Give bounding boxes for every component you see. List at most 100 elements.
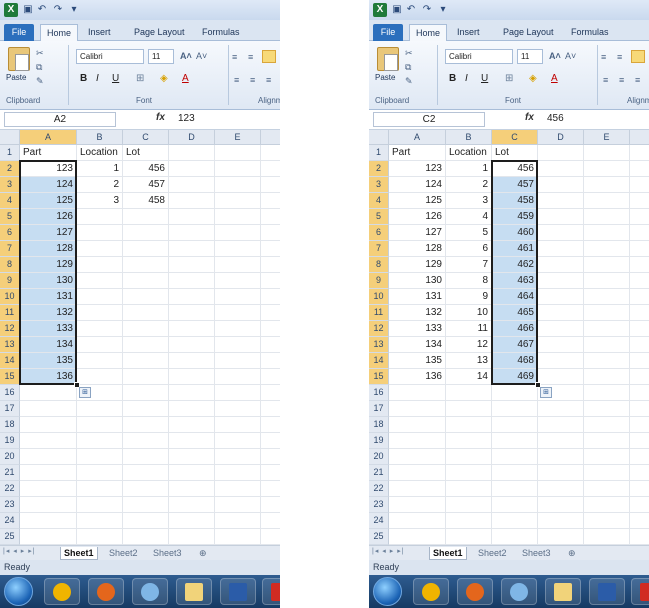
select-all-corner[interactable]: [0, 130, 20, 145]
cell-c13[interactable]: [123, 337, 169, 353]
cell-b11[interactable]: [77, 305, 123, 321]
tab-insert[interactable]: Insert: [82, 24, 117, 41]
align-bottom-icon[interactable]: [262, 50, 276, 63]
cell-f6[interactable]: [261, 225, 280, 241]
cell-e19[interactable]: [215, 433, 261, 449]
cell-f17[interactable]: [630, 401, 649, 417]
cell-a9[interactable]: 130: [20, 273, 77, 289]
row-header-11[interactable]: 11: [369, 305, 389, 321]
column-header-c[interactable]: C: [492, 130, 538, 145]
cell-d5[interactable]: [169, 209, 215, 225]
cell-a11[interactable]: 132: [389, 305, 446, 321]
cell-b6[interactable]: [77, 225, 123, 241]
cell-b3[interactable]: 2: [446, 177, 492, 193]
cell-f2[interactable]: [261, 161, 280, 177]
row-header-18[interactable]: 18: [0, 417, 20, 433]
cell-d12[interactable]: [169, 321, 215, 337]
cell-c3[interactable]: 457: [492, 177, 538, 193]
row-header-21[interactable]: 21: [0, 465, 20, 481]
cell-e13[interactable]: [215, 337, 261, 353]
cell-e20[interactable]: [215, 449, 261, 465]
sheet-nav-arrows-icon[interactable]: |◂ ◂ ▸ ▸|: [372, 547, 405, 555]
cell-e9[interactable]: [584, 273, 630, 289]
align-middle-icon[interactable]: ≡: [617, 51, 622, 63]
cell-c8[interactable]: 462: [492, 257, 538, 273]
cell-c5[interactable]: [123, 209, 169, 225]
cell-c16[interactable]: [492, 385, 538, 401]
cell-e12[interactable]: [584, 321, 630, 337]
tab-formulas[interactable]: Formulas: [565, 24, 615, 41]
copy-icon[interactable]: ⧉: [36, 61, 42, 73]
sheet-tab-sheet3[interactable]: Sheet3: [519, 547, 554, 560]
cell-e10[interactable]: [584, 289, 630, 305]
save-icon[interactable]: ▣: [391, 3, 403, 16]
font-name-box[interactable]: Calibri: [445, 49, 513, 64]
cell-d1[interactable]: [169, 145, 215, 161]
cell-b20[interactable]: [77, 449, 123, 465]
cell-a13[interactable]: 134: [389, 337, 446, 353]
cell-b4[interactable]: 3: [77, 193, 123, 209]
cell-f8[interactable]: [630, 257, 649, 273]
cell-b22[interactable]: [446, 481, 492, 497]
cell-d22[interactable]: [538, 481, 584, 497]
cell-a2[interactable]: 123: [389, 161, 446, 177]
formula-input[interactable]: 456: [547, 113, 564, 124]
cell-a25[interactable]: [20, 529, 77, 545]
row-header-10[interactable]: 10: [0, 289, 20, 305]
cell-b7[interactable]: [77, 241, 123, 257]
row-header-17[interactable]: 17: [369, 401, 389, 417]
align-left-icon[interactable]: ≡: [603, 74, 608, 86]
format-painter-icon[interactable]: ✎: [36, 75, 44, 87]
cell-f16[interactable]: [630, 385, 649, 401]
cell-c19[interactable]: [123, 433, 169, 449]
row-header-14[interactable]: 14: [0, 353, 20, 369]
cell-d11[interactable]: [538, 305, 584, 321]
row-header-3[interactable]: 3: [369, 177, 389, 193]
row-header-9[interactable]: 9: [369, 273, 389, 289]
cell-b4[interactable]: 3: [446, 193, 492, 209]
column-header-f[interactable]: F: [630, 130, 649, 145]
firefox-icon[interactable]: [457, 578, 493, 605]
cell-b9[interactable]: 8: [446, 273, 492, 289]
row-header-8[interactable]: 8: [0, 257, 20, 273]
cell-e9[interactable]: [215, 273, 261, 289]
cell-a17[interactable]: [20, 401, 77, 417]
cell-d15[interactable]: [169, 369, 215, 385]
borders-icon[interactable]: ⊞: [136, 72, 144, 86]
cell-e5[interactable]: [584, 209, 630, 225]
cell-d5[interactable]: [538, 209, 584, 225]
fill-color-icon[interactable]: ◈: [160, 72, 168, 86]
cell-b23[interactable]: [446, 497, 492, 513]
row-header-15[interactable]: 15: [0, 369, 20, 385]
cell-c25[interactable]: [123, 529, 169, 545]
cell-f9[interactable]: [630, 273, 649, 289]
cell-b9[interactable]: [77, 273, 123, 289]
cell-e14[interactable]: [584, 353, 630, 369]
cell-c7[interactable]: [123, 241, 169, 257]
column-header-e[interactable]: E: [215, 130, 261, 145]
cell-a9[interactable]: 130: [389, 273, 446, 289]
row-header-16[interactable]: 16: [0, 385, 20, 401]
cell-e25[interactable]: [584, 529, 630, 545]
cell-a2[interactable]: 123: [20, 161, 77, 177]
column-header-f[interactable]: F: [261, 130, 280, 145]
cell-b13[interactable]: 12: [446, 337, 492, 353]
shrink-font-icon[interactable]: A˅: [565, 50, 576, 62]
cell-c16[interactable]: [123, 385, 169, 401]
cell-d20[interactable]: [169, 449, 215, 465]
cell-c15[interactable]: [123, 369, 169, 385]
cell-d13[interactable]: [538, 337, 584, 353]
tab-file[interactable]: File: [4, 24, 34, 41]
folder-icon[interactable]: [176, 578, 212, 605]
cell-d3[interactable]: [169, 177, 215, 193]
cell-d13[interactable]: [169, 337, 215, 353]
cell-c17[interactable]: [492, 401, 538, 417]
cell-b22[interactable]: [77, 481, 123, 497]
cell-a10[interactable]: 131: [20, 289, 77, 305]
cell-a4[interactable]: 125: [20, 193, 77, 209]
cell-a7[interactable]: 128: [389, 241, 446, 257]
cell-d16[interactable]: [169, 385, 215, 401]
cell-c1[interactable]: Lot: [492, 145, 538, 161]
column-header-a[interactable]: A: [20, 130, 77, 145]
network-icon[interactable]: [132, 578, 168, 605]
